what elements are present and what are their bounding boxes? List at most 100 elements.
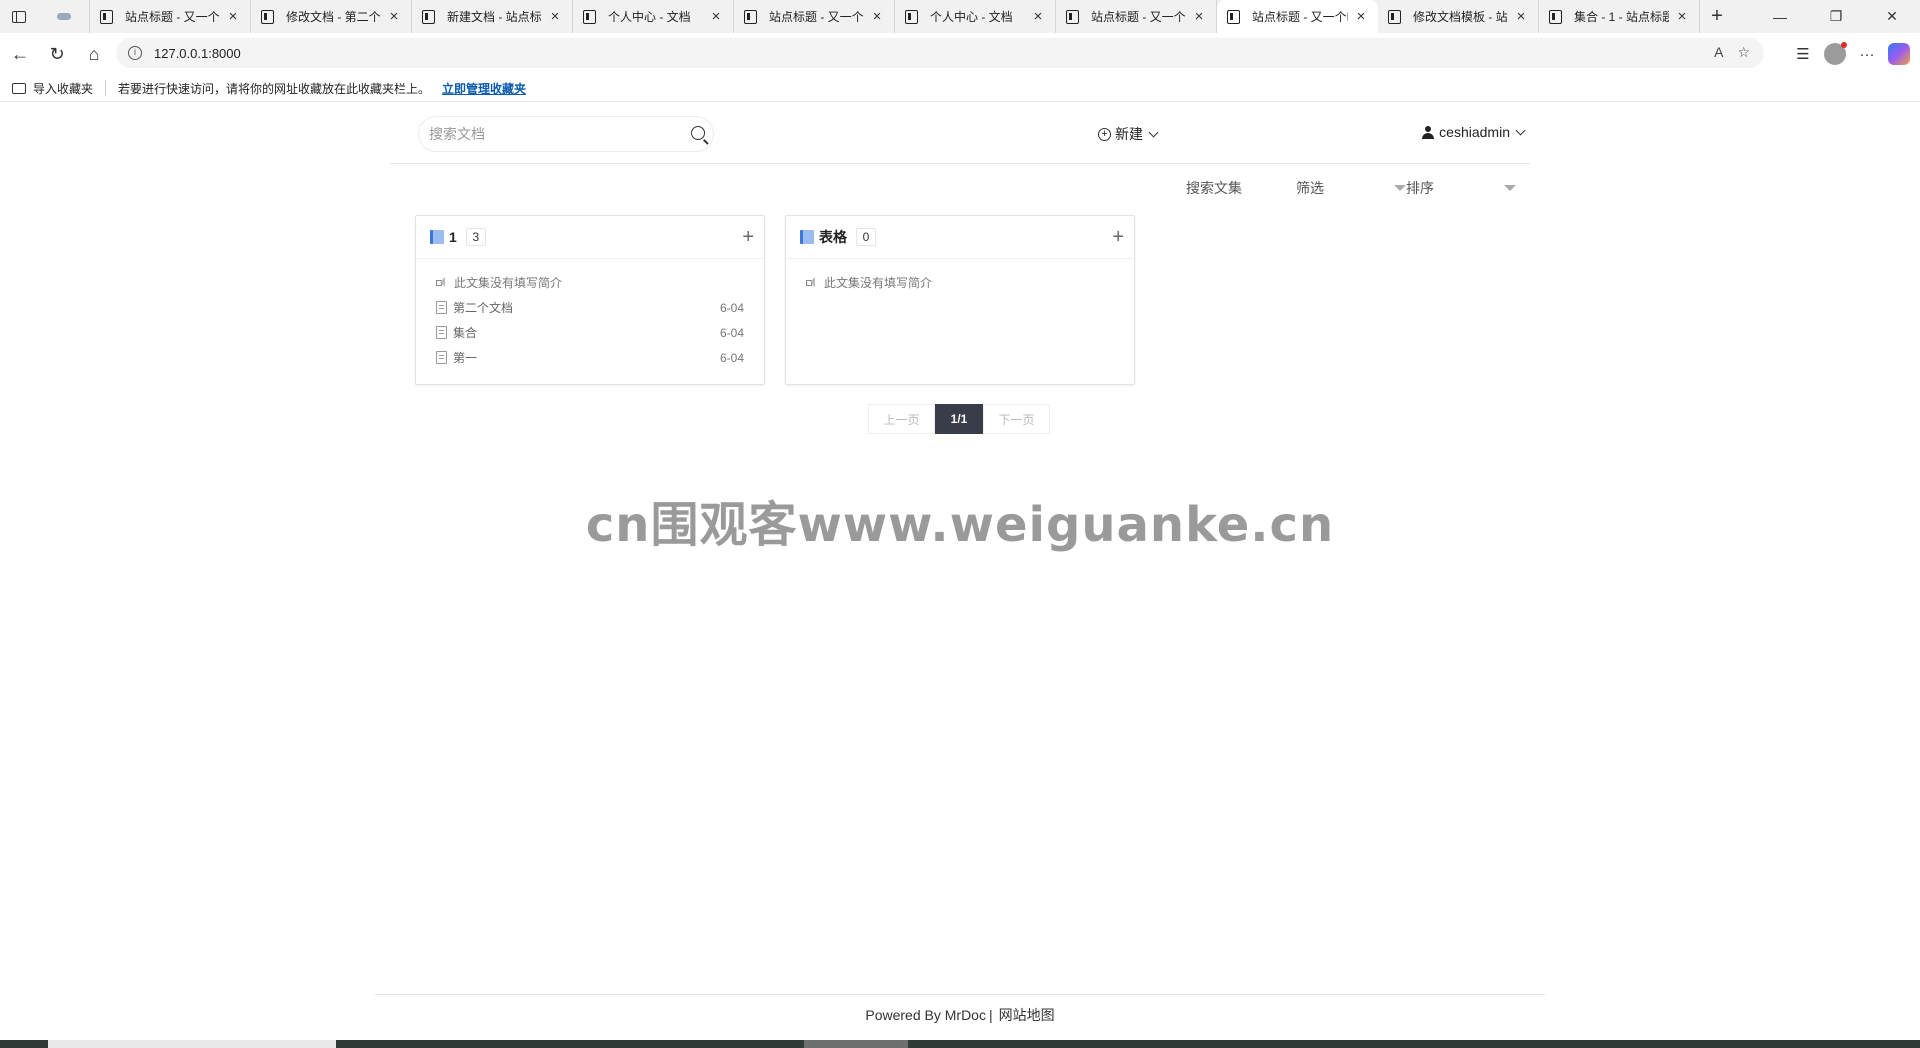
new-dropdown-button[interactable]: + 新建 — [1098, 124, 1159, 144]
doc-link[interactable]: 第二个文档 — [436, 299, 513, 316]
project-card-body: 此文集没有填写简介 第二个文档 6-04 集合 6-04 第一 6-04 — [416, 259, 764, 370]
project-title-link[interactable]: 表格 — [819, 227, 847, 247]
new-label: 新建 — [1115, 126, 1143, 142]
more-menu-icon[interactable]: ··· — [1852, 39, 1882, 69]
close-window-icon[interactable]: ✕ — [1864, 0, 1920, 33]
folder-icon — [12, 82, 26, 94]
project-title-link[interactable]: 1 — [449, 229, 457, 245]
tab-title: 站点标题 - 又一个M — [1091, 10, 1186, 24]
user-icon — [1422, 125, 1435, 139]
search-projects-input[interactable]: 搜索文集 — [1186, 178, 1242, 198]
close-tab-icon[interactable]: × — [548, 8, 562, 25]
sitemap-link[interactable]: 网站地图 — [999, 1005, 1055, 1025]
tab-title: 站点标题 - 又一个M — [1252, 10, 1348, 24]
page-content: + 新建 ceshiadmin 搜索文集 筛选 排序 — [0, 102, 1920, 1035]
close-tab-icon[interactable]: × — [1514, 8, 1528, 25]
doc-list-item[interactable]: 第一 6-04 — [436, 345, 744, 370]
site-footer: Powered By MrDoc | 网站地图 — [375, 994, 1545, 1034]
favorites-icon[interactable]: ☰ — [1788, 39, 1818, 69]
sort-select[interactable]: 排序 — [1406, 178, 1516, 198]
browser-address-bar: ← ↻ ⌂ i 127.0.0.1:8000 A ☆ — [0, 33, 1920, 75]
refresh-button[interactable]: ↻ — [39, 36, 75, 72]
minimize-icon[interactable]: — — [1752, 0, 1808, 33]
prev-page-button[interactable]: 上一页 — [868, 404, 935, 434]
doc-search-input[interactable] — [419, 117, 659, 151]
current-page-indicator: 1/1 — [935, 404, 983, 434]
favorites-hint: 若要进行快速访问，请将你的网址收藏放在此收藏夹栏上。 — [118, 81, 431, 96]
close-tab-icon[interactable]: × — [1354, 8, 1368, 25]
import-favorites-button[interactable]: 导入收藏夹 — [12, 80, 93, 97]
restore-icon[interactable]: ❐ — [1808, 0, 1864, 33]
speaker-icon — [436, 277, 448, 287]
browser-toolbar: ☰ ··· — [1788, 33, 1910, 75]
filter-select[interactable]: 筛选 — [1296, 178, 1406, 198]
new-tab-button[interactable]: + — [1700, 0, 1734, 33]
browser-tab[interactable]: 个人中心 - 文档 × — [573, 0, 734, 33]
doc-link[interactable]: 第一 — [436, 349, 477, 366]
close-tab-icon[interactable]: × — [1675, 8, 1689, 25]
browser-tab[interactable]: 个人中心 - 文档 × — [895, 0, 1056, 33]
powered-by-link[interactable]: Powered By MrDoc — [865, 1007, 986, 1023]
sort-label: 排序 — [1406, 180, 1434, 196]
add-doc-button[interactable]: + — [742, 226, 754, 249]
site-favicon-icon — [100, 9, 113, 24]
add-doc-button[interactable]: + — [1112, 226, 1124, 249]
close-tab-icon[interactable]: × — [870, 8, 884, 25]
copilot-icon[interactable] — [1888, 43, 1910, 65]
doc-count-badge: 0 — [856, 228, 876, 246]
project-filters: 搜索文集 筛选 排序 — [1186, 178, 1516, 198]
user-menu-button[interactable]: ceshiadmin — [1422, 124, 1526, 140]
browser-tab-bar: 站点标题 - 又一个M × 修改文档 - 第二个文 × 新建文档 - 站点标题 × 个… — [0, 0, 1920, 33]
browser-tab-active[interactable]: 站点标题 - 又一个M × — [1217, 0, 1378, 33]
book-icon — [800, 230, 814, 244]
doc-link[interactable]: 集合 — [436, 324, 477, 341]
site-favicon-icon — [1066, 9, 1079, 24]
browser-tab[interactable]: 站点标题 - 又一个M × — [1056, 0, 1217, 33]
taskbar-item[interactable] — [804, 1040, 908, 1048]
back-button[interactable]: ← — [2, 36, 38, 72]
tab-actions-button[interactable] — [0, 0, 38, 33]
url-field[interactable]: i 127.0.0.1:8000 A ☆ — [116, 38, 1764, 68]
chevron-down-icon — [1515, 125, 1526, 135]
browser-tab[interactable]: 集合 - 1 - 站点标题 × — [1539, 0, 1700, 33]
site-info-icon[interactable]: i — [128, 46, 142, 60]
doc-name: 第二个文档 — [453, 301, 514, 315]
divider — [105, 80, 107, 96]
close-tab-icon[interactable]: × — [387, 8, 401, 25]
tab-title: 个人中心 - 文档 — [930, 10, 1013, 24]
project-card-header: 1 3 + — [416, 216, 764, 259]
doc-list-item[interactable]: 集合 6-04 — [436, 320, 744, 345]
home-button[interactable]: ⌂ — [76, 36, 112, 72]
book-icon — [430, 230, 444, 244]
manage-favorites-link[interactable]: 立即管理收藏夹 — [442, 80, 526, 97]
close-tab-icon[interactable]: × — [1192, 8, 1206, 25]
doc-name: 第一 — [453, 351, 478, 365]
read-aloud-icon[interactable]: A — [1714, 44, 1723, 61]
tab-title: 站点标题 - 又一个M — [769, 10, 864, 24]
browser-tab[interactable]: 新建文档 - 站点标题 × — [412, 0, 573, 33]
browser-tab[interactable]: 站点标题 - 又一个M × — [734, 0, 895, 33]
close-tab-icon[interactable]: × — [1031, 8, 1045, 25]
username: ceshiadmin — [1439, 124, 1510, 140]
close-tab-icon[interactable]: × — [709, 8, 723, 25]
project-description-text: 此文集没有填写简介 — [824, 275, 933, 290]
cloud-icon — [56, 13, 71, 20]
close-tab-icon[interactable]: × — [226, 8, 240, 25]
tab-title: 修改文档 - 第二个文 — [286, 10, 381, 24]
project-description-text: 此文集没有填写简介 — [454, 275, 563, 290]
browser-tab-blank[interactable] — [38, 0, 90, 33]
browser-tab[interactable]: 修改文档模板 - 站点 × — [1378, 0, 1539, 33]
search-icon[interactable] — [691, 126, 705, 140]
import-favorites-label: 导入收藏夹 — [33, 81, 94, 96]
plus-circle-icon: + — [1098, 127, 1111, 141]
favorite-star-icon[interactable]: ☆ — [1737, 44, 1750, 61]
doc-search-box — [418, 116, 714, 152]
browser-tab[interactable]: 修改文档 - 第二个文 × — [251, 0, 412, 33]
doc-list-item[interactable]: 第二个文档 6-04 — [436, 295, 744, 320]
taskbar-item[interactable] — [48, 1040, 336, 1048]
site-favicon-icon — [905, 9, 918, 24]
next-page-button[interactable]: 下一页 — [983, 404, 1050, 434]
browser-tab[interactable]: 站点标题 - 又一个M × — [90, 0, 251, 33]
profile-avatar-icon[interactable] — [1824, 42, 1847, 65]
doc-date: 6-04 — [719, 300, 744, 315]
